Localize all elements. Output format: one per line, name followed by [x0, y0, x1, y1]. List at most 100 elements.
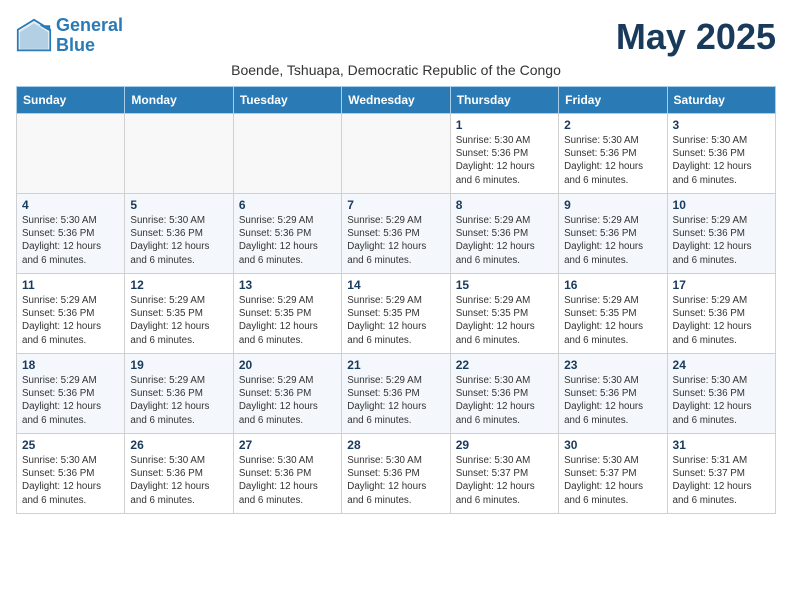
calendar-cell-w5-d2: 27 Sunrise: 5:30 AMSunset: 5:36 PMDayligh… — [233, 434, 341, 514]
day-info: Sunrise: 5:29 AMSunset: 5:36 PMDaylight:… — [130, 374, 227, 427]
day-info: Sunrise: 5:30 AMSunset: 5:36 PMDaylight:… — [456, 134, 553, 187]
calendar-cell-w1-d4: 1 Sunrise: 5:30 AMSunset: 5:36 PMDaylight… — [450, 114, 558, 194]
day-info: Sunrise: 5:31 AMSunset: 5:37 PMDaylight:… — [673, 454, 770, 507]
day-info: Sunrise: 5:30 AMSunset: 5:36 PMDaylight:… — [347, 454, 444, 507]
calendar-cell-w4-d5: 23 Sunrise: 5:30 AMSunset: 5:36 PMDayligh… — [559, 354, 667, 434]
week-row-3: 11 Sunrise: 5:29 AMSunset: 5:36 PMDayligh… — [17, 274, 776, 354]
col-monday: Monday — [125, 87, 233, 114]
calendar-cell-w5-d4: 29 Sunrise: 5:30 AMSunset: 5:37 PMDayligh… — [450, 434, 558, 514]
calendar-cell-w5-d3: 28 Sunrise: 5:30 AMSunset: 5:36 PMDayligh… — [342, 434, 450, 514]
col-thursday: Thursday — [450, 87, 558, 114]
col-saturday: Saturday — [667, 87, 775, 114]
day-info: Sunrise: 5:29 AMSunset: 5:35 PMDaylight:… — [130, 294, 227, 347]
calendar-cell-w5-d1: 26 Sunrise: 5:30 AMSunset: 5:36 PMDayligh… — [125, 434, 233, 514]
day-number: 2 — [564, 118, 661, 132]
day-number: 17 — [673, 278, 770, 292]
calendar-cell-w3-d6: 17 Sunrise: 5:29 AMSunset: 5:36 PMDayligh… — [667, 274, 775, 354]
week-row-1: 1 Sunrise: 5:30 AMSunset: 5:36 PMDaylight… — [17, 114, 776, 194]
calendar-cell-w1-d5: 2 Sunrise: 5:30 AMSunset: 5:36 PMDaylight… — [559, 114, 667, 194]
calendar-cell-w3-d5: 16 Sunrise: 5:29 AMSunset: 5:35 PMDayligh… — [559, 274, 667, 354]
calendar-cell-w3-d1: 12 Sunrise: 5:29 AMSunset: 5:35 PMDayligh… — [125, 274, 233, 354]
day-info: Sunrise: 5:30 AMSunset: 5:36 PMDaylight:… — [673, 374, 770, 427]
calendar-cell-w4-d4: 22 Sunrise: 5:30 AMSunset: 5:36 PMDayligh… — [450, 354, 558, 434]
day-number: 12 — [130, 278, 227, 292]
day-info: Sunrise: 5:30 AMSunset: 5:36 PMDaylight:… — [130, 214, 227, 267]
day-info: Sunrise: 5:29 AMSunset: 5:35 PMDaylight:… — [239, 294, 336, 347]
day-number: 28 — [347, 438, 444, 452]
day-number: 27 — [239, 438, 336, 452]
calendar-cell-w5-d5: 30 Sunrise: 5:30 AMSunset: 5:37 PMDayligh… — [559, 434, 667, 514]
day-number: 4 — [22, 198, 119, 212]
calendar-cell-w2-d3: 7 Sunrise: 5:29 AMSunset: 5:36 PMDaylight… — [342, 194, 450, 274]
calendar-cell-w3-d0: 11Sunrise: 5:29 AMSunset: 5:36 PMDayligh… — [17, 274, 125, 354]
calendar-cell-w2-d0: 4 Sunrise: 5:30 AMSunset: 5:36 PMDaylight… — [17, 194, 125, 274]
logo-text: General Blue — [56, 16, 123, 56]
day-info: Sunrise: 5:30 AMSunset: 5:36 PMDaylight:… — [456, 374, 553, 427]
day-info: Sunrise: 5:30 AMSunset: 5:37 PMDaylight:… — [564, 454, 661, 507]
day-number: 3 — [673, 118, 770, 132]
week-row-2: 4 Sunrise: 5:30 AMSunset: 5:36 PMDaylight… — [17, 194, 776, 274]
day-info: Sunrise: 5:29 AMSunset: 5:36 PMDaylight:… — [673, 214, 770, 267]
day-number: 25 — [22, 438, 119, 452]
col-wednesday: Wednesday — [342, 87, 450, 114]
logo-icon — [16, 18, 52, 54]
week-row-4: 18 Sunrise: 5:29 AMSunset: 5:36 PMDayligh… — [17, 354, 776, 434]
col-sunday: Sunday — [17, 87, 125, 114]
day-info: Sunrise: 5:30 AMSunset: 5:36 PMDaylight:… — [564, 134, 661, 187]
calendar-subtitle: Boende, Tshuapa, Democratic Republic of … — [16, 62, 776, 78]
day-info: Sunrise: 5:30 AMSunset: 5:36 PMDaylight:… — [22, 454, 119, 507]
day-number: 18 — [22, 358, 119, 372]
col-friday: Friday — [559, 87, 667, 114]
day-info: Sunrise: 5:29 AMSunset: 5:36 PMDaylight:… — [22, 374, 119, 427]
day-number: 23 — [564, 358, 661, 372]
day-info: Sunrise: 5:29 AMSunset: 5:35 PMDaylight:… — [347, 294, 444, 347]
day-info: Sunrise: 5:29 AMSunset: 5:36 PMDaylight:… — [347, 214, 444, 267]
calendar-cell-w2-d5: 9Sunrise: 5:29 AMSunset: 5:36 PMDaylight… — [559, 194, 667, 274]
calendar-cell-w1-d3 — [342, 114, 450, 194]
day-info: Sunrise: 5:29 AMSunset: 5:35 PMDaylight:… — [456, 294, 553, 347]
day-number: 24 — [673, 358, 770, 372]
day-number: 19 — [130, 358, 227, 372]
day-number: 15 — [456, 278, 553, 292]
day-number: 16 — [564, 278, 661, 292]
day-number: 20 — [239, 358, 336, 372]
calendar-cell-w4-d0: 18 Sunrise: 5:29 AMSunset: 5:36 PMDayligh… — [17, 354, 125, 434]
calendar-cell-w5-d0: 25 Sunrise: 5:30 AMSunset: 5:36 PMDayligh… — [17, 434, 125, 514]
day-number: 14 — [347, 278, 444, 292]
day-info: Sunrise: 5:29 AMSunset: 5:36 PMDaylight:… — [347, 374, 444, 427]
day-number: 13 — [239, 278, 336, 292]
logo: General Blue — [16, 16, 123, 56]
day-info: Sunrise: 5:30 AMSunset: 5:36 PMDaylight:… — [239, 454, 336, 507]
day-number: 1 — [456, 118, 553, 132]
day-number: 7 — [347, 198, 444, 212]
day-info: Sunrise: 5:30 AMSunset: 5:37 PMDaylight:… — [456, 454, 553, 507]
day-number: 26 — [130, 438, 227, 452]
day-info: Sunrise: 5:29 AMSunset: 5:36 PMDaylight:… — [239, 374, 336, 427]
calendar-table: Sunday Monday Tuesday Wednesday Thursday… — [16, 86, 776, 514]
day-number: 22 — [456, 358, 553, 372]
day-number: 11 — [22, 278, 119, 292]
calendar-cell-w1-d2 — [233, 114, 341, 194]
day-info: Sunrise: 5:29 AMSunset: 5:36 PMDaylight:… — [456, 214, 553, 267]
day-info: Sunrise: 5:30 AMSunset: 5:36 PMDaylight:… — [22, 214, 119, 267]
day-info: Sunrise: 5:30 AMSunset: 5:36 PMDaylight:… — [564, 374, 661, 427]
calendar-cell-w3-d3: 14 Sunrise: 5:29 AMSunset: 5:35 PMDayligh… — [342, 274, 450, 354]
calendar-cell-w3-d2: 13 Sunrise: 5:29 AMSunset: 5:35 PMDayligh… — [233, 274, 341, 354]
day-number: 5 — [130, 198, 227, 212]
calendar-cell-w1-d6: 3 Sunrise: 5:30 AMSunset: 5:36 PMDaylight… — [667, 114, 775, 194]
day-number: 30 — [564, 438, 661, 452]
day-info: Sunrise: 5:29 AMSunset: 5:36 PMDaylight:… — [673, 294, 770, 347]
day-info: Sunrise: 5:30 AMSunset: 5:36 PMDaylight:… — [673, 134, 770, 187]
calendar-cell-w4-d1: 19 Sunrise: 5:29 AMSunset: 5:36 PMDayligh… — [125, 354, 233, 434]
day-info: Sunrise: 5:29 AMSunset: 5:35 PMDaylight:… — [564, 294, 661, 347]
calendar-cell-w2-d6: 10Sunrise: 5:29 AMSunset: 5:36 PMDayligh… — [667, 194, 775, 274]
day-info: Sunrise: 5:29 AMSunset: 5:36 PMDaylight:… — [239, 214, 336, 267]
day-number: 6 — [239, 198, 336, 212]
day-info: Sunrise: 5:30 AMSunset: 5:36 PMDaylight:… — [130, 454, 227, 507]
calendar-cell-w1-d0 — [17, 114, 125, 194]
day-number: 31 — [673, 438, 770, 452]
day-number: 29 — [456, 438, 553, 452]
page-header: General Blue May 2025 — [16, 16, 776, 58]
calendar-cell-w4-d2: 20 Sunrise: 5:29 AMSunset: 5:36 PMDayligh… — [233, 354, 341, 434]
calendar-cell-w1-d1 — [125, 114, 233, 194]
